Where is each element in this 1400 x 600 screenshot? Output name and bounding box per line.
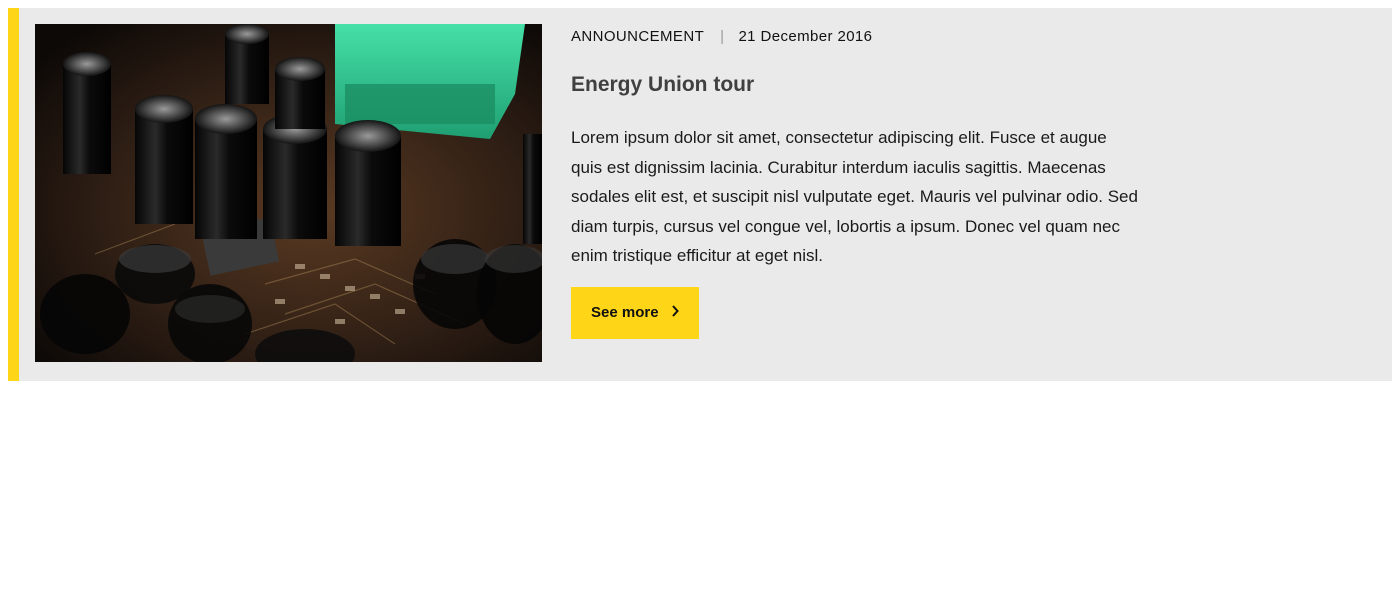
publish-date: 21 December 2016: [738, 27, 873, 45]
see-more-label: See more: [591, 304, 659, 321]
news-content: ANNOUNCEMENT | 21 December 2016 Energy U…: [571, 26, 1151, 339]
accent-bar: [8, 8, 19, 381]
news-image[interactable]: [35, 24, 542, 362]
see-more-button[interactable]: See more: [571, 286, 699, 339]
news-card: ANNOUNCEMENT | 21 December 2016 Energy U…: [8, 8, 1392, 381]
meta-separator: |: [720, 27, 725, 45]
news-title[interactable]: Energy Union tour: [571, 71, 1151, 99]
news-meta: ANNOUNCEMENT | 21 December 2016: [571, 26, 1151, 46]
news-description: Lorem ipsum dolor sit amet, consectetur …: [571, 128, 1138, 265]
circuit-board-illustration: [35, 24, 542, 362]
category-label[interactable]: ANNOUNCEMENT: [571, 28, 704, 45]
chevron-right-icon: [671, 304, 679, 321]
